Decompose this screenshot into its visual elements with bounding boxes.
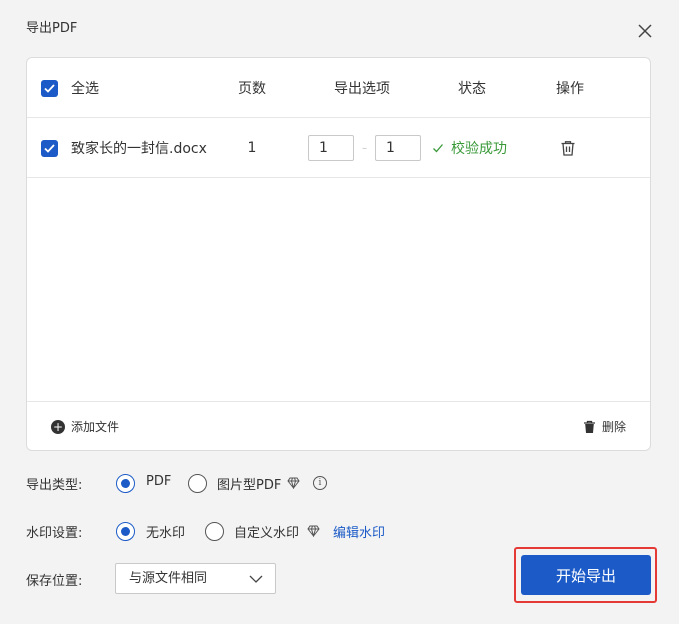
info-icon[interactable]: i: [313, 476, 327, 490]
delete-button[interactable]: 删除: [583, 418, 626, 435]
status-text: 校验成功: [451, 141, 507, 157]
diamond-icon: [307, 525, 320, 537]
header-export-options: 导出选项: [334, 81, 390, 97]
watermark-custom-label: 自定义水印: [234, 526, 300, 541]
range-from-input[interactable]: [308, 135, 354, 161]
header-pages: 页数: [238, 81, 266, 97]
row-status: 校验成功: [432, 118, 507, 178]
file-list-panel: 全选 页数 导出选项 状态 操作 致家长的一封信.docx 1 – 校验成功 +…: [26, 57, 651, 451]
add-file-label: 添加文件: [71, 420, 120, 434]
watermark-custom-radio[interactable]: [205, 522, 224, 541]
range-to-input[interactable]: [375, 135, 421, 161]
chevron-down-icon: [249, 575, 263, 583]
watermark-none-label: 无水印: [146, 526, 186, 541]
save-location-label: 保存位置:: [26, 574, 83, 589]
export-type-pdf-radio[interactable]: [116, 474, 135, 493]
check-icon: [433, 144, 443, 153]
save-location-value: 与源文件相同: [129, 571, 208, 586]
close-icon[interactable]: [634, 20, 656, 42]
edit-watermark-link[interactable]: 编辑水印: [333, 522, 385, 541]
watermark-label: 水印设置:: [26, 526, 83, 541]
trash-icon: [561, 141, 575, 156]
save-location-select[interactable]: 与源文件相同: [115, 563, 276, 594]
select-all-checkbox[interactable]: [41, 80, 58, 97]
table-header: 全选 页数 导出选项 状态 操作: [27, 58, 650, 118]
add-file-button[interactable]: + 添加文件: [51, 418, 119, 435]
select-all-label: 全选: [71, 81, 99, 97]
export-type-image-pdf-label: 图片型PDF: [217, 478, 282, 493]
plus-circle-icon: +: [51, 419, 65, 434]
table-row: 致家长的一封信.docx 1 – 校验成功: [27, 118, 650, 178]
watermark-none-radio[interactable]: [116, 522, 135, 541]
row-pages: 1: [247, 140, 257, 156]
dialog-title: 导出PDF: [26, 21, 78, 36]
start-export-button[interactable]: 开始导出: [521, 555, 651, 595]
export-type-pdf-label: PDF: [146, 474, 172, 489]
export-type-image-pdf-radio[interactable]: [188, 474, 207, 493]
row-delete-button[interactable]: [555, 118, 581, 178]
delete-label: 删除: [601, 420, 626, 434]
header-status: 状态: [458, 81, 486, 97]
header-actions: 操作: [556, 81, 584, 97]
row-checkbox[interactable]: [41, 140, 58, 157]
range-separator: –: [362, 142, 367, 154]
diamond-icon: [287, 477, 300, 489]
trash-filled-icon: [583, 420, 595, 433]
page-range: –: [308, 118, 421, 178]
panel-footer: + 添加文件 删除: [27, 401, 650, 450]
export-type-label: 导出类型:: [26, 478, 83, 493]
row-filename: 致家长的一封信.docx: [71, 141, 207, 157]
